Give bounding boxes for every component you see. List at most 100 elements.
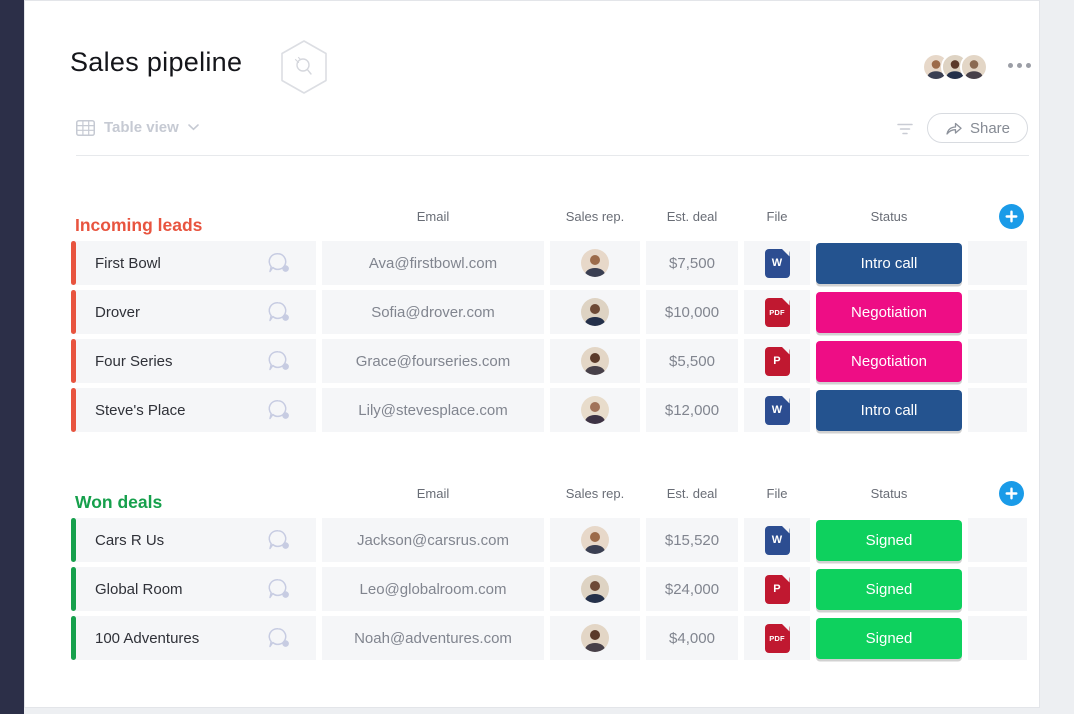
deal-cell[interactable]: $5,500	[646, 339, 738, 383]
deal-cell[interactable]: $10,000	[646, 290, 738, 334]
group-color-bar	[71, 518, 76, 562]
add-item-button[interactable]	[999, 481, 1024, 506]
file-cell[interactable]: W	[744, 518, 810, 562]
deal-cell[interactable]: $12,000	[646, 388, 738, 432]
spacer-cell	[968, 339, 1027, 383]
chat-bubble-icon[interactable]	[266, 301, 292, 323]
table-row: Cars R UsJackson@carsrus.com $15,520 W Sign…	[71, 518, 1027, 562]
file-fold-corner	[782, 575, 790, 583]
rep-cell[interactable]	[550, 567, 640, 611]
column-header-sales-rep: Sales rep.	[550, 486, 640, 501]
company-cell[interactable]: Four Series	[71, 339, 316, 383]
file-label: P	[773, 355, 781, 367]
status-badge[interactable]: Signed	[816, 520, 962, 561]
email-text: Lily@stevesplace.com	[358, 402, 507, 419]
file-icon-word: W	[765, 526, 790, 555]
deal-value: $10,000	[665, 304, 719, 321]
chat-bubble-icon[interactable]	[266, 399, 292, 421]
deal-cell[interactable]: $4,000	[646, 616, 738, 660]
deal-cell[interactable]: $24,000	[646, 567, 738, 611]
group-color-bar	[71, 290, 76, 334]
email-cell[interactable]: Jackson@carsrus.com	[322, 518, 544, 562]
status-cell: Negotiation	[816, 339, 962, 383]
company-cell[interactable]: Steve's Place	[71, 388, 316, 432]
spacer-cell	[968, 567, 1027, 611]
status-cell: Signed	[816, 616, 962, 660]
table-row: Drover Sofia@drover.com $10,000 PDF Negotiat…	[71, 290, 1027, 334]
status-cell: Intro call	[816, 241, 962, 285]
email-cell[interactable]: Sofia@drover.com	[322, 290, 544, 334]
file-cell[interactable]: W	[744, 388, 810, 432]
chat-bubble-icon[interactable]	[266, 627, 292, 649]
group-title: Incoming leads	[75, 215, 202, 236]
company-name: Drover	[95, 304, 140, 321]
status-label: Negotiation	[851, 353, 927, 370]
group-won-deals: Won dealsEmailSales rep.Est. dealFileSta…	[71, 481, 1027, 660]
chat-bubble-icon[interactable]	[266, 252, 292, 274]
more-options-icon[interactable]	[1008, 63, 1031, 68]
sales-rep-avatar	[581, 396, 609, 424]
share-button[interactable]: Share	[927, 113, 1028, 143]
chat-bubble-icon[interactable]	[266, 529, 292, 551]
group-color-bar	[71, 339, 76, 383]
email-text: Sofia@drover.com	[371, 304, 495, 321]
company-cell[interactable]: Global Room	[71, 567, 316, 611]
status-badge[interactable]: Negotiation	[816, 341, 962, 382]
status-label: Negotiation	[851, 304, 927, 321]
file-label: W	[772, 534, 783, 546]
rep-cell[interactable]	[550, 388, 640, 432]
group-color-bar	[71, 388, 76, 432]
deal-cell[interactable]: $7,500	[646, 241, 738, 285]
status-badge[interactable]: Negotiation	[816, 292, 962, 333]
file-fold-corner	[782, 396, 790, 404]
file-cell[interactable]: W	[744, 241, 810, 285]
chat-bubble-icon[interactable]	[266, 350, 292, 372]
file-cell[interactable]: P	[744, 567, 810, 611]
rep-cell[interactable]	[550, 241, 640, 285]
company-cell[interactable]: First Bowl	[71, 241, 316, 285]
status-badge[interactable]: Signed	[816, 569, 962, 610]
email-cell[interactable]: Grace@fourseries.com	[322, 339, 544, 383]
status-cell: Negotiation	[816, 290, 962, 334]
status-badge[interactable]: Intro call	[816, 390, 962, 431]
avatar	[960, 53, 988, 81]
status-badge[interactable]: Intro call	[816, 243, 962, 284]
company-cell[interactable]: 100 Adventures	[71, 616, 316, 660]
company-cell[interactable]: Cars R Us	[71, 518, 316, 562]
sales-rep-avatar	[581, 298, 609, 326]
status-badge[interactable]: Signed	[816, 618, 962, 659]
table-row: Steve's Place Lily@stevesplace.com $12,000…	[71, 388, 1027, 432]
company-cell[interactable]: Drover	[71, 290, 316, 334]
status-label: Intro call	[861, 255, 918, 272]
file-cell[interactable]: P	[744, 339, 810, 383]
chat-bubble-icon[interactable]	[266, 578, 292, 600]
board-card: Sales pipeline Table view	[24, 0, 1040, 708]
rep-cell[interactable]	[550, 290, 640, 334]
email-cell[interactable]: Leo@globalroom.com	[322, 567, 544, 611]
sales-rep-avatar	[581, 624, 609, 652]
file-cell[interactable]: PDF	[744, 290, 810, 334]
deal-value: $24,000	[665, 581, 719, 598]
rep-cell[interactable]	[550, 339, 640, 383]
email-text: Noah@adventures.com	[354, 630, 512, 647]
filter-icon[interactable]	[897, 122, 913, 140]
status-label: Signed	[866, 532, 913, 549]
rep-cell[interactable]	[550, 616, 640, 660]
deal-cell[interactable]: $15,520	[646, 518, 738, 562]
column-header-email: Email	[322, 486, 544, 501]
file-cell[interactable]: PDF	[744, 616, 810, 660]
view-switcher[interactable]: Table view	[76, 119, 199, 136]
email-cell[interactable]: Ava@firstbowl.com	[322, 241, 544, 285]
rep-cell[interactable]	[550, 518, 640, 562]
file-label: P	[773, 583, 781, 595]
status-label: Signed	[866, 581, 913, 598]
email-cell[interactable]: Lily@stevesplace.com	[322, 388, 544, 432]
file-fold-corner	[782, 526, 790, 534]
column-header-status: Status	[816, 486, 962, 501]
status-cell: Signed	[816, 518, 962, 562]
email-cell[interactable]: Noah@adventures.com	[322, 616, 544, 660]
status-label: Signed	[866, 630, 913, 647]
deal-value: $15,520	[665, 532, 719, 549]
spacer-cell	[968, 290, 1027, 334]
add-item-button[interactable]	[999, 204, 1024, 229]
